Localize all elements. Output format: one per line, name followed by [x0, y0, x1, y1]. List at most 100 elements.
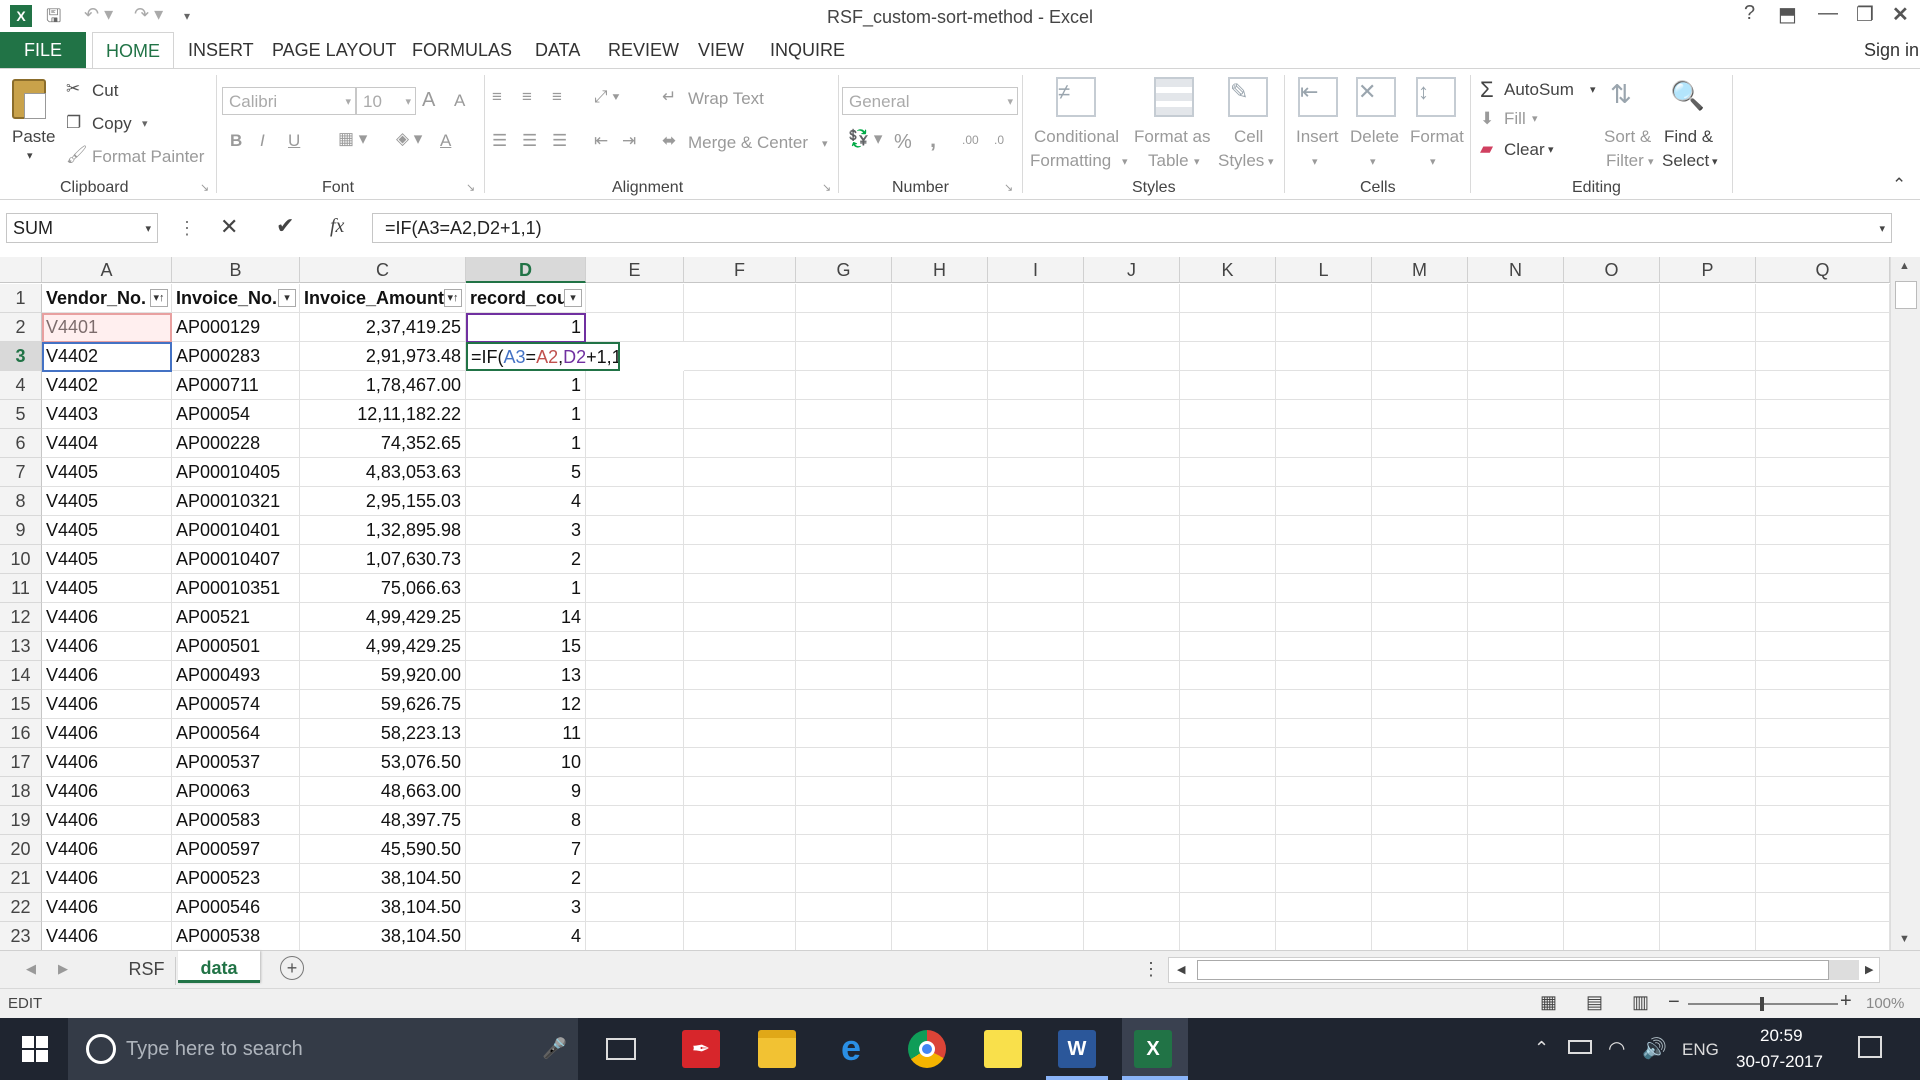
empty-cell[interactable] [1180, 632, 1276, 661]
empty-cell[interactable] [586, 893, 684, 922]
empty-cell[interactable] [1372, 516, 1468, 545]
empty-cell[interactable] [1276, 458, 1372, 487]
empty-cell[interactable] [1468, 603, 1564, 632]
invoice-amount-cell[interactable]: 58,223.13 [300, 719, 466, 748]
empty-cell[interactable] [892, 487, 988, 516]
empty-cell[interactable] [796, 603, 892, 632]
vendor-cell[interactable]: V4402 [42, 342, 172, 371]
empty-cell[interactable] [1468, 487, 1564, 516]
sheet-tab-data[interactable]: data [178, 951, 260, 983]
edge-icon[interactable]: e [832, 1030, 870, 1068]
normal-view-icon[interactable]: ▦ [1540, 992, 1557, 1013]
empty-cell[interactable] [1372, 835, 1468, 864]
empty-cell[interactable] [1180, 893, 1276, 922]
empty-cell[interactable] [1756, 574, 1890, 603]
empty-cell[interactable] [1372, 400, 1468, 429]
vendor-cell[interactable]: V4402 [42, 371, 172, 400]
formula-input[interactable]: =IF(A3=A2,D2+1,1) ▾ [372, 213, 1892, 243]
invoice-no-cell[interactable]: AP000546 [172, 893, 300, 922]
empty-cell[interactable] [1372, 603, 1468, 632]
record-count-cell[interactable]: 5 [466, 458, 586, 487]
empty-cell[interactable] [892, 429, 988, 458]
empty-cell[interactable] [1660, 400, 1756, 429]
invoice-no-cell[interactable]: AP00010405 [172, 458, 300, 487]
empty-cell[interactable] [1468, 748, 1564, 777]
invoice-no-cell[interactable]: AP00063 [172, 777, 300, 806]
zoom-slider-thumb[interactable] [1760, 997, 1764, 1011]
conditional-formatting-button[interactable]: Conditional [1034, 127, 1119, 147]
scroll-thumb[interactable] [1895, 281, 1917, 309]
help-button[interactable]: ? [1744, 2, 1755, 25]
vendor-cell[interactable]: V4404 [42, 429, 172, 458]
hscroll-left-icon[interactable]: ◀ [1177, 963, 1185, 976]
row-header[interactable]: 23 [0, 922, 42, 950]
empty-cell[interactable] [988, 400, 1084, 429]
empty-cell[interactable] [1756, 661, 1890, 690]
row-header[interactable]: 3 [0, 342, 42, 371]
column-header-g[interactable]: G [796, 257, 892, 283]
record-count-cell[interactable]: 12 [466, 690, 586, 719]
split-grip-icon[interactable]: ⋮ [1142, 959, 1160, 980]
empty-cell[interactable] [1180, 748, 1276, 777]
empty-cell[interactable] [1084, 574, 1180, 603]
empty-cell[interactable] [1468, 371, 1564, 400]
increase-indent-icon[interactable]: ⇥ [622, 131, 636, 151]
empty-cell[interactable] [1660, 574, 1756, 603]
record-count-cell[interactable]: 1 [466, 371, 586, 400]
empty-cell[interactable] [1084, 719, 1180, 748]
row-header[interactable]: 14 [0, 661, 42, 690]
paste-button[interactable]: Paste [12, 127, 55, 147]
empty-cell[interactable] [586, 748, 684, 777]
empty-cell[interactable] [586, 487, 684, 516]
page-break-view-icon[interactable]: ▥ [1632, 992, 1649, 1013]
invoice-amount-cell[interactable]: 4,99,429.25 [300, 632, 466, 661]
empty-cell[interactable] [892, 806, 988, 835]
column-header-j[interactable]: J [1084, 257, 1180, 283]
ribbon-display-options-icon[interactable]: ⬒ [1778, 2, 1797, 27]
record-count-cell[interactable]: 3 [466, 516, 586, 545]
empty-cell[interactable] [1756, 835, 1890, 864]
row-header[interactable]: 9 [0, 516, 42, 545]
show-hidden-icons-icon[interactable]: ⌃ [1534, 1038, 1549, 1059]
invoice-amount-cell[interactable]: 38,104.50 [300, 864, 466, 893]
word-icon[interactable]: W [1058, 1030, 1096, 1068]
empty-cell[interactable] [1180, 806, 1276, 835]
shrink-font-button[interactable]: A [454, 91, 465, 111]
sort-filter-button[interactable]: Sort & [1604, 127, 1651, 147]
empty-cell[interactable] [1468, 458, 1564, 487]
align-middle-icon[interactable]: ≡ [522, 87, 532, 107]
empty-cell[interactable] [1084, 603, 1180, 632]
empty-cell[interactable] [1180, 313, 1276, 342]
column-header-c[interactable]: C [300, 257, 466, 283]
align-top-icon[interactable]: ≡ [492, 87, 502, 107]
empty-cell[interactable] [988, 313, 1084, 342]
empty-cell[interactable] [892, 864, 988, 893]
empty-cell[interactable] [1276, 893, 1372, 922]
minimize-button[interactable]: — [1818, 2, 1838, 25]
empty-cell[interactable] [1660, 429, 1756, 458]
hscroll-thumb[interactable] [1197, 960, 1829, 980]
empty-cell[interactable] [1468, 516, 1564, 545]
fill-dropdown-icon[interactable]: ▾ [1532, 112, 1538, 125]
empty-cell[interactable] [988, 806, 1084, 835]
autosum-dropdown-icon[interactable]: ▾ [1590, 83, 1596, 96]
empty-cell[interactable] [1756, 777, 1890, 806]
empty-cell[interactable] [1564, 719, 1660, 748]
invoice-no-cell[interactable]: AP000228 [172, 429, 300, 458]
empty-cell[interactable] [1756, 284, 1890, 313]
conditional-dropdown-icon[interactable]: ▾ [1122, 155, 1128, 168]
empty-cell[interactable] [796, 893, 892, 922]
italic-button[interactable]: I [260, 131, 265, 151]
taskbar-search-box[interactable]: Type here to search 🎤 [68, 1018, 578, 1080]
wifi-icon[interactable]: ◠ [1608, 1036, 1625, 1061]
column-header-h[interactable]: H [892, 257, 988, 283]
empty-cell[interactable] [1084, 922, 1180, 950]
empty-cell[interactable] [1180, 400, 1276, 429]
empty-cell[interactable] [1468, 429, 1564, 458]
cell-styles-dropdown-icon[interactable]: ▾ [1268, 155, 1274, 168]
empty-cell[interactable] [796, 487, 892, 516]
empty-cell[interactable] [892, 574, 988, 603]
empty-cell[interactable] [684, 516, 796, 545]
empty-cell[interactable] [892, 516, 988, 545]
zoom-level[interactable]: 100% [1866, 995, 1904, 1012]
